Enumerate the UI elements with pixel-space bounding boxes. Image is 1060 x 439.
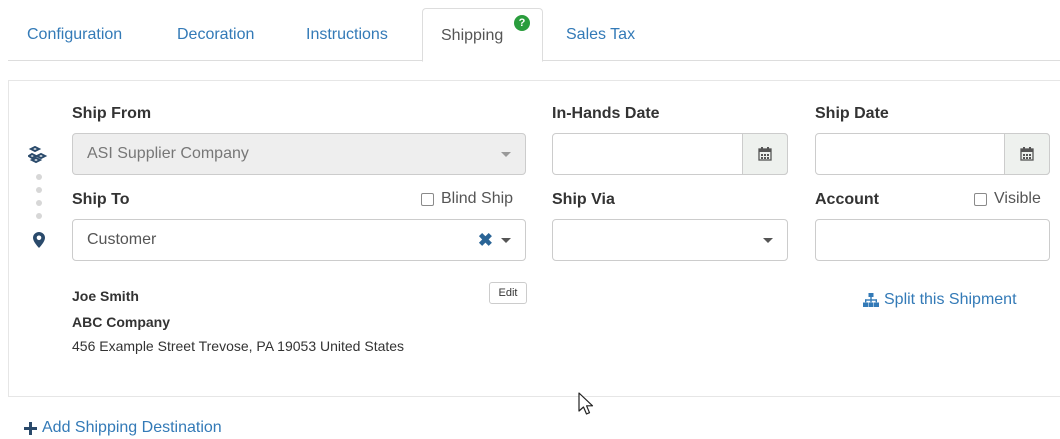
sitemap-icon — [863, 293, 879, 307]
address-line: 456 Example Street Trevose, PA 19053 Uni… — [72, 338, 405, 354]
ship-date-input[interactable] — [815, 133, 1050, 175]
ship-to-select[interactable]: Customer ✖ — [72, 219, 526, 261]
ship-to-value: Customer — [87, 231, 157, 248]
visible-label: Visible — [994, 190, 1041, 207]
blind-ship-label: Blind Ship — [441, 190, 514, 207]
account-input[interactable] — [815, 219, 1050, 261]
plus-icon — [24, 421, 37, 435]
tab-configuration[interactable]: Configuration — [27, 8, 122, 61]
ship-via-label: Ship Via — [552, 191, 615, 208]
ship-date-calendar-button[interactable] — [1004, 133, 1050, 175]
add-shipping-destination-label: Add Shipping Destination — [42, 419, 222, 436]
map-marker-icon — [33, 232, 45, 248]
visible-checkbox[interactable] — [974, 192, 987, 206]
progress-dot — [36, 213, 42, 219]
calendar-icon — [1020, 147, 1034, 161]
add-shipping-destination-link[interactable]: Add Shipping Destination — [24, 419, 222, 437]
visible-toggle[interactable]: Visible — [974, 190, 1041, 208]
clear-icon[interactable]: ✖ — [478, 231, 493, 249]
account-label: Account — [815, 191, 879, 208]
split-shipment-link[interactable]: Split this Shipment — [863, 291, 1017, 309]
chevron-down-icon — [763, 238, 773, 243]
mouse-cursor-icon — [578, 392, 594, 415]
chevron-down-icon — [501, 238, 511, 243]
ship-date-label: Ship Date — [815, 105, 889, 122]
in-hands-date-label: In-Hands Date — [552, 105, 660, 122]
blind-ship-toggle[interactable]: Blind Ship — [421, 190, 513, 208]
progress-dot — [36, 187, 42, 193]
chevron-down-icon — [501, 152, 511, 157]
tab-instructions[interactable]: Instructions — [306, 8, 388, 61]
ship-from-value: ASI Supplier Company — [87, 145, 249, 162]
ship-to-label: Ship To — [72, 191, 130, 208]
tab-shipping[interactable]: Shipping ? — [422, 8, 543, 62]
address-company: ABC Company — [72, 314, 171, 330]
edit-address-button[interactable]: Edit — [489, 282, 527, 304]
calendar-icon — [758, 147, 772, 161]
tab-sales-tax[interactable]: Sales Tax — [566, 8, 635, 61]
boxes-icon — [28, 146, 48, 164]
ship-from-select[interactable]: ASI Supplier Company — [72, 133, 526, 175]
tab-shipping-label: Shipping — [441, 27, 504, 44]
address-name: Joe Smith — [72, 288, 139, 304]
blind-ship-checkbox[interactable] — [421, 192, 434, 206]
tab-bar: Configuration Decoration Instructions Sh… — [8, 8, 1060, 62]
tab-decoration[interactable]: Decoration — [177, 8, 254, 61]
in-hands-calendar-button[interactable] — [742, 133, 788, 175]
ship-via-select[interactable] — [552, 219, 788, 261]
ship-from-label: Ship From — [72, 105, 152, 122]
split-shipment-label: Split this Shipment — [884, 291, 1017, 308]
in-hands-date-input[interactable] — [552, 133, 788, 175]
progress-dot — [36, 174, 42, 180]
help-icon[interactable]: ? — [514, 15, 530, 31]
progress-dot — [36, 200, 42, 206]
